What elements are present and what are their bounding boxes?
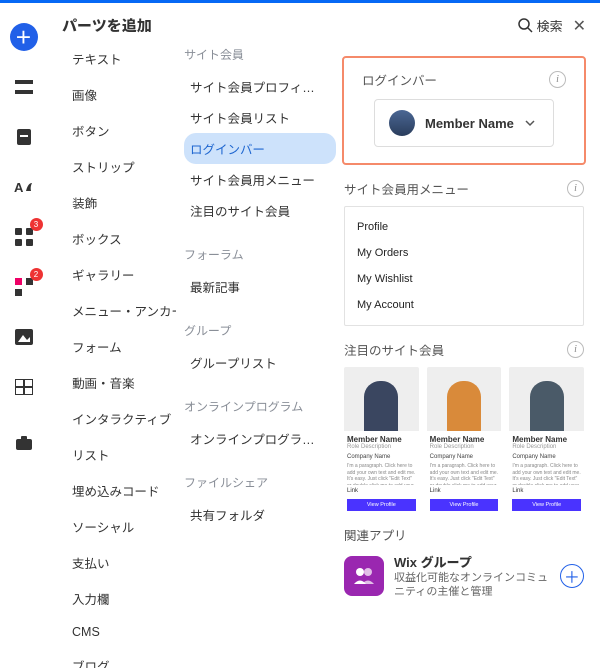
category-item[interactable]: CMS [62, 622, 110, 642]
close-button[interactable]: ✕ [573, 16, 586, 36]
category-list: テキスト画像ボタンストリップ装飾ボックスギャラリーメニュー・アンカーフォーム動画… [62, 46, 176, 668]
featured-members-section-title: 注目のサイト会員 [344, 340, 444, 359]
view-profile-button[interactable]: View Profile [512, 499, 581, 511]
subgroup-item[interactable]: 注目のサイト会員 [184, 195, 336, 226]
member-card-name: Member Name [512, 435, 581, 444]
member-card-role: Role Description [512, 444, 581, 450]
category-item[interactable]: 動画・音楽 [62, 370, 145, 395]
subgroup-head: フォーラム [184, 246, 336, 263]
subgroup-item[interactable]: オンラインプログラ… [184, 423, 336, 454]
image-icon[interactable] [10, 323, 38, 351]
member-menu-section-title: サイト会員用メニュー [344, 179, 469, 198]
member-card-company: Company Name [430, 454, 499, 460]
member-menu-item[interactable]: My Wishlist [357, 273, 571, 285]
subgroup-head: ファイルシェア [184, 474, 336, 491]
member-card-link: Link [512, 488, 581, 494]
member-card[interactable]: Member NameRole Description Company Name I… [509, 367, 584, 511]
info-button[interactable]: i [549, 71, 566, 88]
subgroup-item[interactable]: サイト会員リスト [184, 102, 336, 133]
svg-text:A: A [14, 180, 24, 195]
category-item[interactable]: 装飾 [62, 190, 107, 215]
related-app-desc: 収益化可能なオンラインコミュニティの主催と管理 [394, 571, 550, 600]
category-item[interactable]: インタラクティブ [62, 406, 176, 431]
category-item[interactable]: ボタン [62, 118, 120, 143]
subgroup-item[interactable]: 共有フォルダ [184, 499, 336, 530]
related-apps-section-title: 関連アプリ [344, 525, 407, 544]
member-card-role: Role Description [430, 444, 499, 450]
member-menu-item[interactable]: My Account [357, 299, 571, 311]
category-item[interactable]: 入力欄 [62, 586, 120, 611]
member-card-company: Company Name [347, 454, 416, 460]
category-item[interactable]: テキスト [62, 46, 132, 71]
search-label: 検索 [537, 16, 563, 35]
info-button[interactable]: i [567, 341, 584, 358]
member-card-company: Company Name [512, 454, 581, 460]
category-item[interactable]: ギャラリー [62, 262, 145, 287]
related-app-title: Wix グループ [394, 552, 550, 571]
subgroup-head: グループ [184, 322, 336, 339]
add-app-button[interactable]: ＋ [560, 564, 584, 588]
member-card-role: Role Description [347, 444, 416, 450]
category-item[interactable]: メニュー・アンカー [62, 298, 176, 323]
subgroup-item[interactable]: サイト会員プロフィ… [184, 71, 336, 102]
member-menu-item[interactable]: My Orders [357, 247, 571, 259]
category-item[interactable]: ボックス [62, 226, 132, 251]
add-element-button[interactable]: ＋ [10, 23, 38, 51]
member-card[interactable]: Member NameRole Description Company Name I… [344, 367, 419, 511]
layout-icon[interactable]: 2 [10, 273, 38, 301]
subcategory-column: サイト会員サイト会員プロフィ…サイト会員リストログインバーサイト会員用メニュー注… [176, 46, 336, 668]
category-item[interactable]: 支払い [62, 550, 120, 575]
subgroup-head: サイト会員 [184, 46, 336, 63]
category-item[interactable]: ソーシャル [62, 514, 144, 539]
category-item[interactable]: フォーム [62, 334, 132, 359]
groups-app-icon [344, 556, 384, 596]
search-button[interactable]: 検索 [518, 16, 563, 35]
member-card-name: Member Name [430, 435, 499, 444]
subgroup-item[interactable]: 最新記事 [184, 271, 336, 302]
info-button[interactable]: i [567, 180, 584, 197]
member-card-desc: I'm a paragraph. Click here to add your … [512, 463, 581, 485]
category-item[interactable]: 画像 [62, 82, 107, 107]
icon-rail: ＋ A 3 2 [0, 3, 48, 668]
featured-members-widget[interactable]: Member NameRole DescriptionCompany NameI… [344, 367, 584, 511]
badge: 3 [30, 218, 43, 231]
page-icon[interactable] [10, 123, 38, 151]
member-card-desc: I'm a paragraph. Click here to add your … [347, 463, 416, 485]
apps-grid-icon[interactable]: 3 [10, 223, 38, 251]
category-item[interactable]: リスト [62, 442, 120, 467]
panel-title: パーツを追加 [62, 15, 152, 36]
view-profile-button[interactable]: View Profile [430, 499, 499, 511]
subgroup-item[interactable]: ログインバー [184, 133, 336, 164]
member-card[interactable]: Member NameRole Description Company Name I… [427, 367, 502, 511]
design-icon[interactable]: A [10, 173, 38, 201]
view-profile-button[interactable]: View Profile [347, 499, 416, 511]
member-menu-widget[interactable]: Profile My Orders My Wishlist My Account [344, 206, 584, 326]
member-card-link: Link [430, 488, 499, 494]
loginbar-section-title: ログインバー [362, 70, 437, 89]
avatar-icon [389, 110, 415, 136]
search-icon [518, 18, 533, 33]
subgroup-head: オンラインプログラム [184, 398, 336, 415]
category-item[interactable]: ブログ [62, 653, 120, 668]
table-icon[interactable] [10, 373, 38, 401]
subgroup-item[interactable]: グループリスト [184, 347, 336, 378]
rows-icon[interactable] [10, 73, 38, 101]
member-card-name: Member Name [347, 435, 416, 444]
related-app-row[interactable]: Wix グループ 収益化可能なオンラインコミュニティの主催と管理 ＋ [344, 552, 584, 600]
chevron-down-icon [524, 117, 536, 129]
category-item[interactable]: ストリップ [62, 154, 145, 179]
preview-column: ログインバー i Member Name サイト会員用メニュー i Profil… [336, 46, 600, 668]
badge: 2 [30, 268, 43, 281]
loginbar-widget[interactable]: Member Name [374, 99, 554, 147]
member-card-link: Link [347, 488, 416, 494]
member-name: Member Name [425, 116, 514, 131]
subgroup-item[interactable]: サイト会員用メニュー [184, 164, 336, 195]
category-item[interactable]: 埋め込みコード [62, 478, 170, 503]
business-icon[interactable] [10, 429, 38, 457]
member-menu-item[interactable]: Profile [357, 221, 571, 233]
loginbar-preview-frame: ログインバー i Member Name [342, 56, 586, 165]
member-card-desc: I'm a paragraph. Click here to add your … [430, 463, 499, 485]
